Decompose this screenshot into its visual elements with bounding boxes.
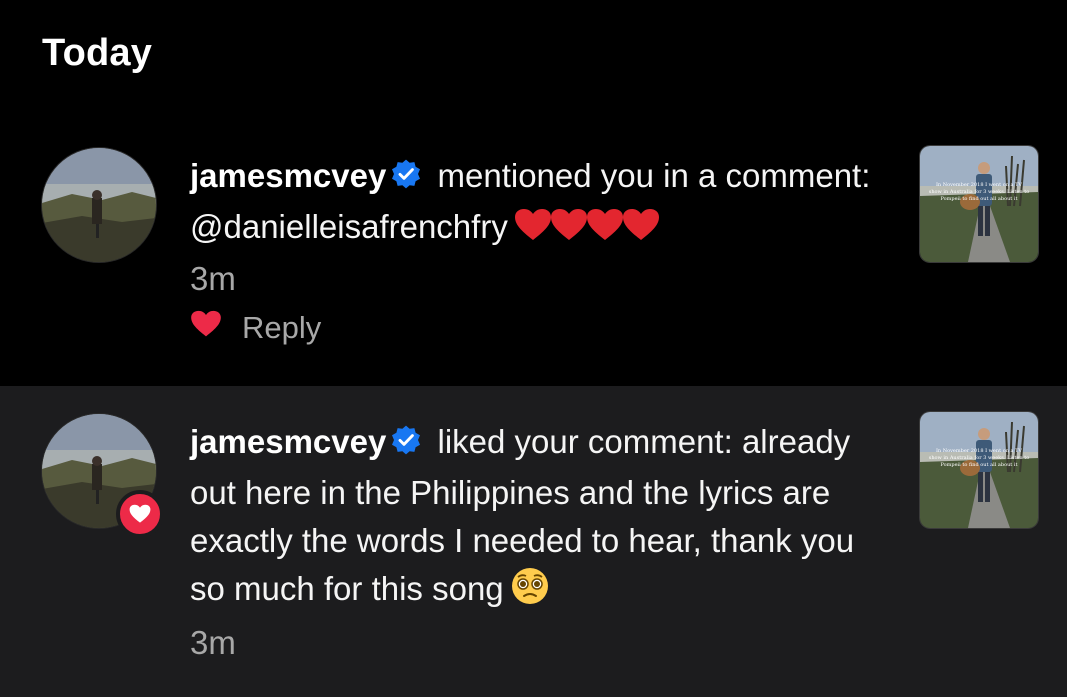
timestamp: 3m	[190, 260, 236, 297]
reply-button[interactable]: Reply	[242, 310, 321, 346]
notification-text: jamesmcvey mentioned you in a comment: @…	[190, 152, 890, 303]
avatar[interactable]	[42, 148, 156, 262]
post-thumbnail[interactable]: In November 2018 I went on a TV show in …	[920, 412, 1038, 528]
svg-text:show in Australia for 3 weeks.: show in Australia for 3 weeks. Listen to	[929, 189, 1030, 195]
red-hearts-emoji	[514, 207, 659, 255]
pleading-face-emoji	[510, 566, 550, 619]
username[interactable]: jamesmcvey	[190, 157, 386, 194]
username[interactable]: jamesmcvey	[190, 423, 386, 460]
svg-text:show in Australia for 3 weeks.: show in Australia for 3 weeks. Listen to	[929, 455, 1030, 461]
heart-icon[interactable]	[190, 310, 222, 346]
avatar-landscape-image	[42, 148, 156, 262]
svg-text:Pompeii to find out all about: Pompeii to find out all about it	[940, 196, 1017, 202]
svg-text:Pompeii to find out all about: Pompeii to find out all about it	[940, 462, 1017, 468]
notification-row-highlighted[interactable]: jamesmcvey liked your comment: already o…	[0, 386, 1067, 697]
notification-text: jamesmcvey liked your comment: already o…	[190, 418, 880, 667]
verified-badge-icon	[390, 421, 422, 469]
post-thumbnail[interactable]: In November 2018 I went on a TV show in …	[920, 146, 1038, 262]
like-badge-icon	[116, 490, 164, 538]
thumbnail-caption: In November 2018 I went on a TV	[936, 448, 1022, 454]
activity-page: Today jamesmcvey mentioned you in a comm…	[0, 0, 1067, 697]
notification-row[interactable]: jamesmcvey mentioned you in a comment: @…	[0, 120, 1067, 386]
thumbnail-caption: In November 2018 I went on a TV	[936, 182, 1022, 188]
section-title: Today	[42, 32, 153, 74]
notification-actions: Reply	[190, 310, 321, 346]
verified-badge-icon	[390, 155, 422, 203]
timestamp: 3m	[190, 624, 236, 661]
